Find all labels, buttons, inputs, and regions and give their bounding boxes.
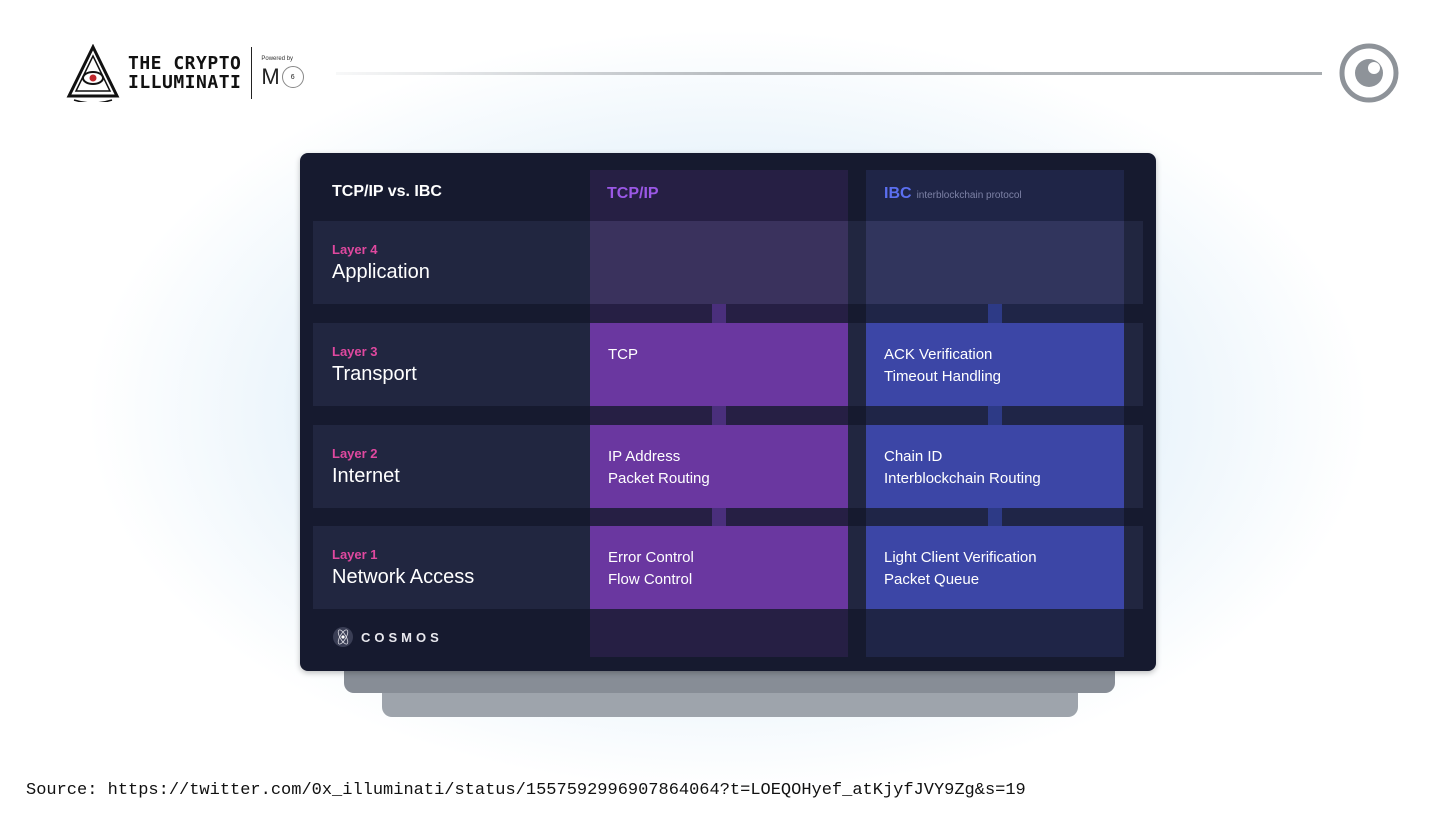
cell-text: Interblockchain Routing [884, 470, 1041, 487]
pyramid-eye-icon [66, 44, 120, 102]
layer-1-label: Layer 1 Network Access [332, 547, 474, 590]
powered-by-m: M [261, 64, 280, 89]
cell-text: TCP [608, 346, 638, 363]
cosmos-atom-icon [333, 627, 353, 647]
ibc-connector [988, 304, 1002, 324]
layer-name: Transport [332, 363, 417, 385]
layer-name: Network Access [332, 566, 475, 588]
tcp-cell-layer-1: Error Control Flow Control [590, 526, 848, 609]
layer-number: Layer 1 [332, 547, 378, 562]
tcp-connector [712, 406, 726, 426]
brand-line-2: ILLUMINATI [128, 72, 242, 93]
layer-3-label: Layer 3 Transport [332, 344, 417, 387]
cell-text: IP Address [608, 448, 681, 465]
tcp-cell-layer-3: TCP [590, 323, 848, 406]
ibc-heading-subtitle: interblockchain protocol [916, 190, 1022, 201]
cosmos-logo: COSMOS [332, 626, 443, 648]
layer-name: Internet [332, 465, 400, 487]
layer-number: Layer 4 [332, 242, 378, 257]
cosmos-wordmark: COSMOS [361, 629, 443, 645]
ibc-connector [988, 508, 1002, 528]
cell-text: ACK Verification [884, 346, 993, 363]
layer-4-label: Layer 4 Application [332, 242, 430, 285]
brand: THE CRYPTO ILLUMINATI Powered by M 6 [66, 44, 304, 102]
cell-text: Light Client Verification [884, 549, 1037, 566]
tcp-cell-layer-4 [590, 221, 848, 304]
card-title: TCP/IP vs. IBC [332, 183, 442, 200]
cell-text: Packet Queue [884, 571, 980, 588]
powered-by: Powered by M 6 [261, 47, 304, 99]
brand-line-1: THE CRYPTO [128, 53, 242, 74]
tcp-column-heading: TCP/IP [607, 185, 659, 202]
cell-text: Timeout Handling [884, 368, 1002, 385]
eye-icon [1339, 43, 1399, 103]
layer-2-label: Layer 2 Internet [332, 446, 400, 489]
layer-name: Application [332, 261, 430, 283]
tcp-cell-layer-2: IP Address Packet Routing [590, 425, 848, 508]
layer-number: Layer 3 [332, 344, 378, 359]
ibc-connector [988, 406, 1002, 426]
cell-text: Chain ID [884, 448, 943, 465]
tcp-connector [712, 508, 726, 528]
tcp-connector [712, 304, 726, 324]
ibc-heading-label: IBC [884, 185, 912, 202]
ibc-cell-layer-4 [866, 221, 1124, 304]
ibc-cell-layer-1: Light Client Verification Packet Queue [866, 526, 1124, 609]
ibc-cell-layer-3: ACK Verification Timeout Handling [866, 323, 1124, 406]
cell-text: Flow Control [608, 571, 693, 588]
header-divider-line [336, 72, 1322, 75]
brand-name: THE CRYPTO ILLUMINATI [128, 54, 241, 92]
powered-by-label: Powered by [261, 56, 294, 62]
cell-text: Error Control [608, 549, 694, 566]
brand-divider [251, 47, 253, 99]
powered-by-mark: M 6 [261, 64, 304, 90]
layer-number: Layer 2 [332, 446, 378, 461]
cell-text: Packet Routing [608, 470, 710, 487]
powered-by-badge: 6 [281, 66, 304, 88]
ibc-column-heading: IBC interblockchain protocol [884, 185, 1022, 203]
comparison-card: TCP/IP vs. IBC TCP/IP IBC interblockchai… [300, 153, 1156, 671]
source-caption: Source: https://twitter.com/0x_illuminat… [26, 781, 1026, 800]
ibc-cell-layer-2: Chain ID Interblockchain Routing [866, 425, 1124, 508]
